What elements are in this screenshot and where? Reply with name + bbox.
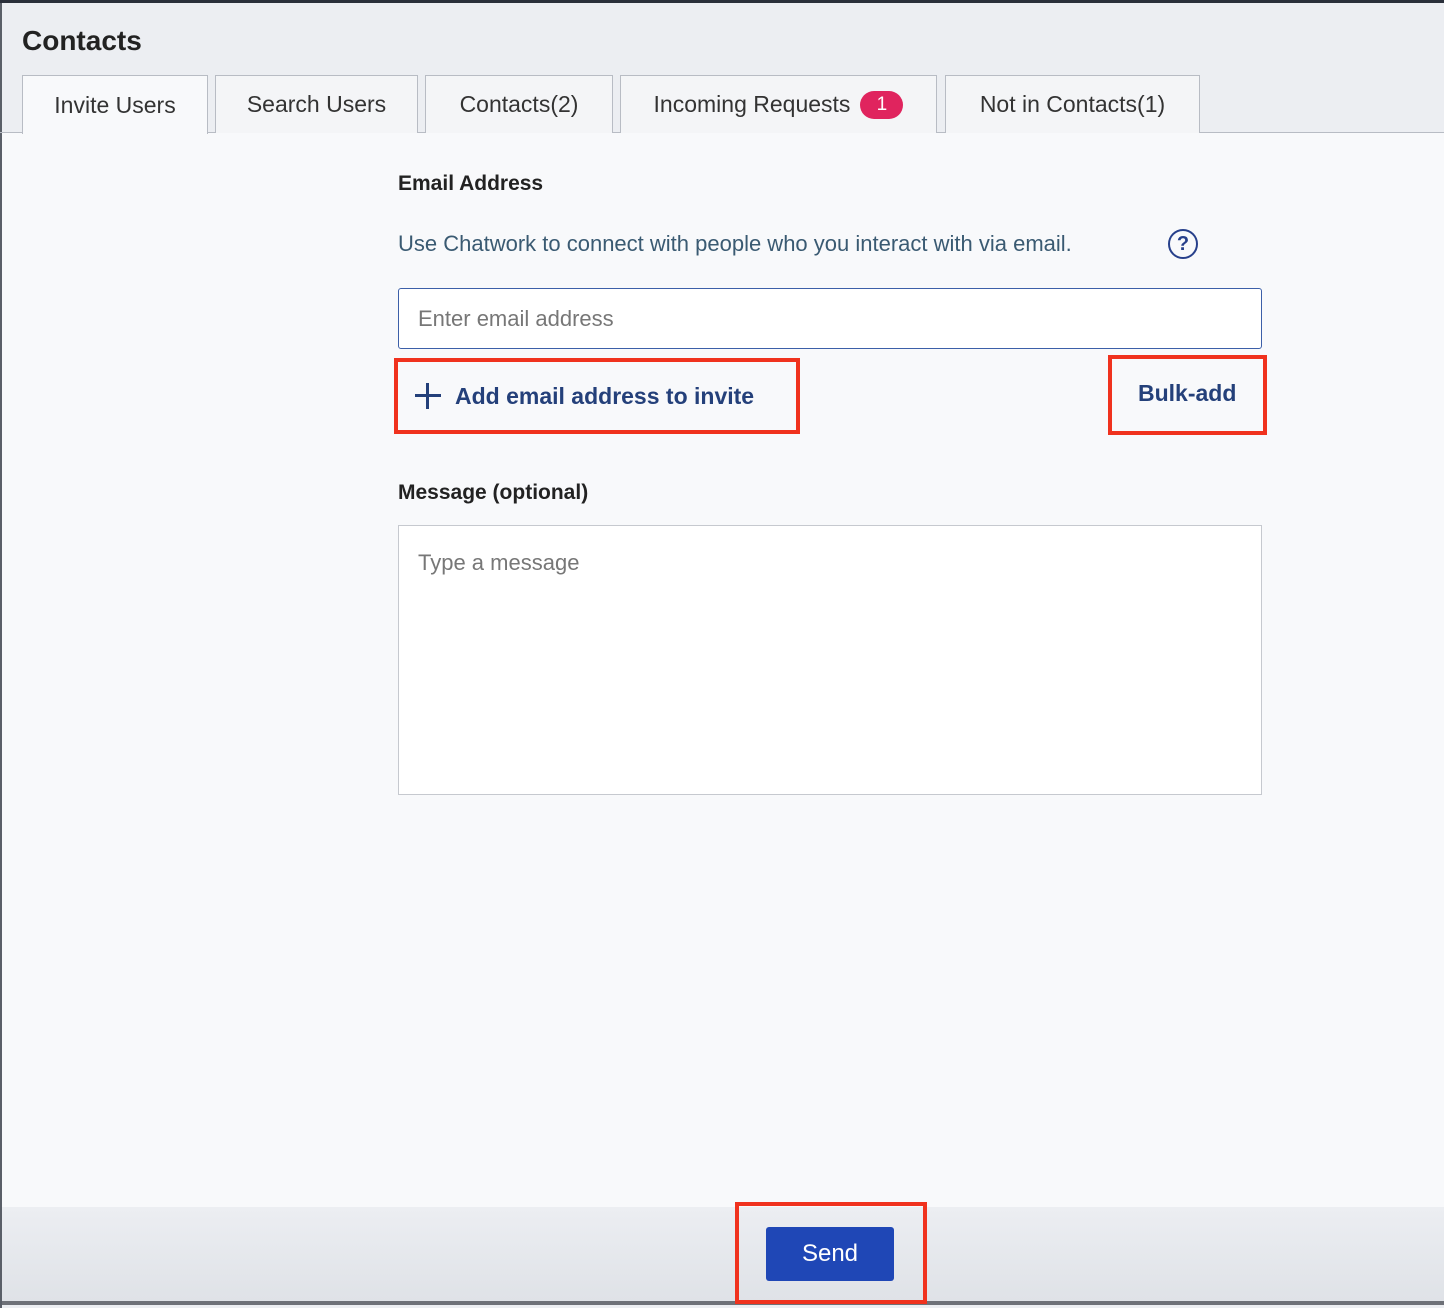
tab-label: Invite Users bbox=[54, 91, 176, 118]
tab-label: Not in Contacts(1) bbox=[979, 91, 1166, 117]
plus-icon bbox=[415, 383, 441, 409]
tab-label: Search Users bbox=[246, 91, 387, 117]
email-input[interactable] bbox=[398, 288, 1262, 349]
message-label: Message (optional) bbox=[398, 481, 589, 504]
tab-invite-users[interactable]: Invite Users bbox=[22, 75, 208, 134]
help-icon[interactable]: ? bbox=[1168, 229, 1198, 259]
tab-label: Incoming Requests bbox=[653, 91, 851, 117]
bulk-add-button[interactable]: Bulk-add bbox=[1138, 380, 1236, 407]
tab-search-users[interactable]: Search Users bbox=[215, 75, 418, 133]
dialog-footer bbox=[2, 1207, 1444, 1305]
tab-label: Contacts(2) bbox=[459, 91, 579, 117]
tab-contacts[interactable]: Contacts(2) bbox=[425, 75, 613, 133]
page-title: Contacts bbox=[22, 25, 142, 56]
tab-not-in-contacts[interactable]: Not in Contacts(1) bbox=[945, 75, 1200, 133]
message-textarea[interactable] bbox=[398, 525, 1262, 795]
add-email-address-label: Add email address to invite bbox=[455, 382, 755, 409]
help-icon-glyph: ? bbox=[1176, 232, 1190, 255]
add-email-address-button[interactable]: Add email address to invite bbox=[415, 378, 754, 414]
tab-incoming-requests[interactable]: Incoming Requests 1 bbox=[620, 75, 937, 133]
send-button[interactable]: Send bbox=[766, 1227, 894, 1281]
incoming-requests-badge: 1 bbox=[860, 90, 904, 119]
email-address-label: Email Address bbox=[398, 172, 544, 195]
email-help-text: Use Chatwork to connect with people who … bbox=[398, 231, 1072, 256]
